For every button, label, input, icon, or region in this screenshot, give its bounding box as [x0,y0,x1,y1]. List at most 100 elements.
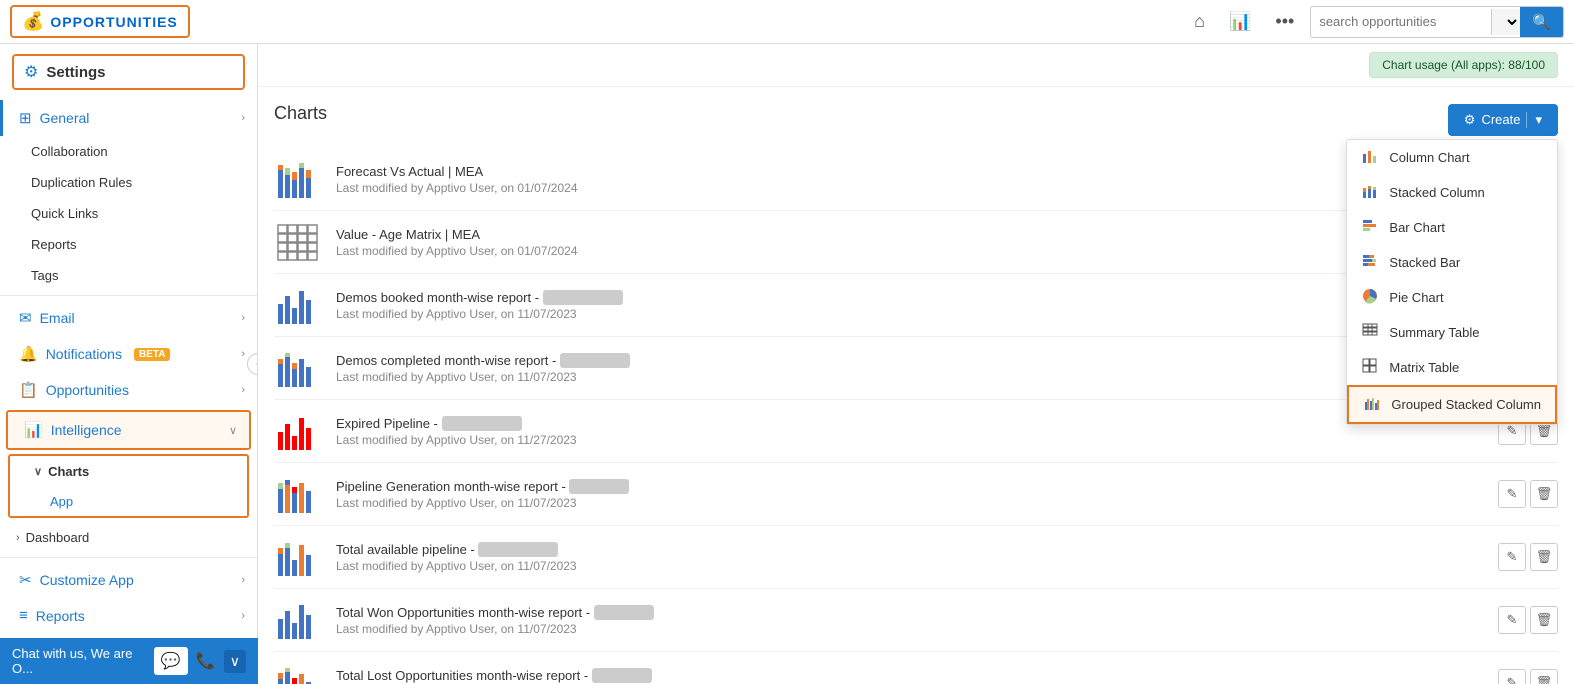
grouped-stacked-column-label: Grouped Stacked Column [1391,397,1541,412]
chart-row: Total Lost Opportunities month-wise repo… [274,652,1558,684]
chart-thumbnail [274,662,322,684]
sidebar-item-email[interactable]: ✉ Email › [0,300,257,336]
reports-label: Reports [36,608,85,624]
general-arrow-icon: › [241,112,245,124]
charts-header[interactable]: ∨ Charts [10,456,247,487]
chat-phone-icon[interactable]: 📞 [196,651,216,671]
dropdown-item-column-chart[interactable]: Column Chart [1347,140,1557,175]
sidebar-item-customize[interactable]: ✂ Customize App › [0,562,257,598]
general-icon: ⊞ [19,109,32,127]
notifications-label: Notifications [46,346,122,362]
settings-gear-icon: ⚙ [24,62,38,82]
customize-arrow-icon: › [241,574,245,586]
divider-1 [0,295,257,296]
search-dropdown[interactable] [1491,9,1520,35]
charts-app-item[interactable]: App [10,487,247,516]
sidebar-item-quick-links[interactable]: Quick Links [0,198,257,229]
create-dropdown-menu: Column Chart Stacked Column Bar Chart [1346,139,1558,425]
sidebar-item-reports-bottom[interactable]: ≡ Reports › [0,598,257,633]
chart-thumbnail [274,410,322,452]
chart-actions: ✎ 🗑 [1498,543,1558,571]
email-label: Email [40,310,75,326]
sidebar-item-collaboration[interactable]: Collaboration [0,136,257,167]
chart-button[interactable]: 📊 [1221,7,1259,36]
search-button[interactable]: 🔍 [1520,7,1563,37]
notifications-icon: 🔔 [19,345,38,363]
chart-info: Total Won Opportunities month-wise repor… [336,605,1498,636]
charts-page-header: Charts ⚙ Create ▾ [274,103,1558,136]
sidebar-item-duplication-rules[interactable]: Duplication Rules [0,167,257,198]
edit-chart-button[interactable]: ✎ [1498,480,1526,508]
matrix-table-label: Matrix Table [1389,360,1459,375]
sidebar-item-intelligence[interactable]: 📊 Intelligence ∨ [6,410,251,450]
page-title: Charts [274,103,327,124]
sidebar-item-opportunities[interactable]: 📋 Opportunities › [0,372,257,408]
chart-meta: Last modified by Apptivo User, on 11/07/… [336,307,1498,321]
chart-meta: Last modified by Apptivo User, on 11/27/… [336,433,1498,447]
chart-actions: ✎ 🗑 [1498,480,1558,508]
chart-info: Demos booked month-wise report - Last mo… [336,290,1498,321]
delete-chart-button[interactable]: 🗑 [1530,543,1558,571]
chart-meta: Last modified by Apptivo User, on 11/07/… [336,559,1498,573]
chart-info: Expired Pipeline - Last modified by Appt… [336,416,1498,447]
opportunities-label: Opportunities [46,382,129,398]
chart-info: Forecast Vs Actual | MEA Last modified b… [336,164,1498,195]
chat-open-button[interactable]: 💬 [154,647,188,675]
create-label: Create [1481,112,1520,127]
chart-name: Forecast Vs Actual | MEA [336,164,1498,179]
dropdown-item-summary-table[interactable]: Summary Table [1347,315,1557,350]
dropdown-item-stacked-column[interactable]: Stacked Column [1347,175,1557,210]
dropdown-item-pie-chart[interactable]: Pie Chart [1347,280,1557,315]
dropdown-item-matrix-table[interactable]: Matrix Table [1347,350,1557,385]
summary-table-icon [1361,323,1379,342]
email-arrow-icon: › [241,312,245,324]
chart-info: Pipeline Generation month-wise report - … [336,479,1498,510]
chat-widget: Chat with us, We are O... 💬 📞 ∨ [0,638,258,684]
edit-chart-button[interactable]: ✎ [1498,669,1526,684]
pie-chart-icon [1361,288,1379,307]
chart-info: Demos completed month-wise report - Last… [336,353,1498,384]
edit-chart-button[interactable]: ✎ [1498,606,1526,634]
summary-table-label: Summary Table [1389,325,1479,340]
reports-arrow-icon: › [241,610,245,622]
settings-header[interactable]: ⚙ Settings [12,54,245,90]
sidebar-item-tags[interactable]: Tags [0,260,257,291]
dashboard-header[interactable]: › Dashboard [0,522,257,553]
sidebar-item-notifications[interactable]: 🔔 Notifications BETA › [0,336,257,372]
dropdown-item-grouped-stacked-column[interactable]: Grouped Stacked Column [1347,385,1557,424]
sidebar: ⚙ Settings ⊞ General › Collaboration Dup… [0,44,258,684]
chart-name: Total Won Opportunities month-wise repor… [336,605,1498,620]
chart-name: Expired Pipeline - [336,416,1498,431]
intelligence-arrow-icon: ∨ [229,424,237,437]
stacked-column-icon [1361,183,1379,202]
customize-icon: ✂ [19,571,32,589]
app-logo[interactable]: 💰 OPPORTUNITIES [10,5,190,38]
chart-meta: Last modified by Apptivo User, on 11/07/… [336,496,1498,510]
home-button[interactable]: ⌂ [1186,7,1213,36]
chart-meta: Last modified by Apptivo User, on 11/07/… [336,370,1498,384]
divider-2 [0,557,257,558]
matrix-table-icon [1361,358,1379,377]
logo-money-icon: 💰 [22,11,44,32]
delete-chart-button[interactable]: 🗑 [1530,606,1558,634]
delete-chart-button[interactable]: 🗑 [1530,480,1558,508]
more-button[interactable]: ••• [1267,7,1302,36]
email-icon: ✉ [19,309,32,327]
sidebar-item-reports-top[interactable]: Reports [0,229,257,260]
sidebar-item-general[interactable]: ⊞ General › [0,100,257,136]
edit-chart-button[interactable]: ✎ [1498,543,1526,571]
chart-name: Value - Age Matrix | MEA [336,227,1498,242]
search-input[interactable] [1311,9,1491,34]
chart-thumbnail [274,347,322,389]
chart-thumbnail [274,536,322,578]
chart-usage-badge: Chart usage (All apps): 88/100 [1369,52,1558,78]
dropdown-item-bar-chart[interactable]: Bar Chart [1347,210,1557,245]
dropdown-item-stacked-bar[interactable]: Stacked Bar [1347,245,1557,280]
search-wrap: 🔍 [1310,6,1564,38]
create-button[interactable]: ⚙ Create ▾ [1448,104,1558,136]
create-gear-icon: ⚙ [1464,112,1476,128]
delete-chart-button[interactable]: 🗑 [1530,669,1558,684]
intelligence-label: Intelligence [51,422,122,438]
chat-collapse-button[interactable]: ∨ [224,650,246,673]
create-dropdown-arrow-icon: ▾ [1526,112,1542,128]
